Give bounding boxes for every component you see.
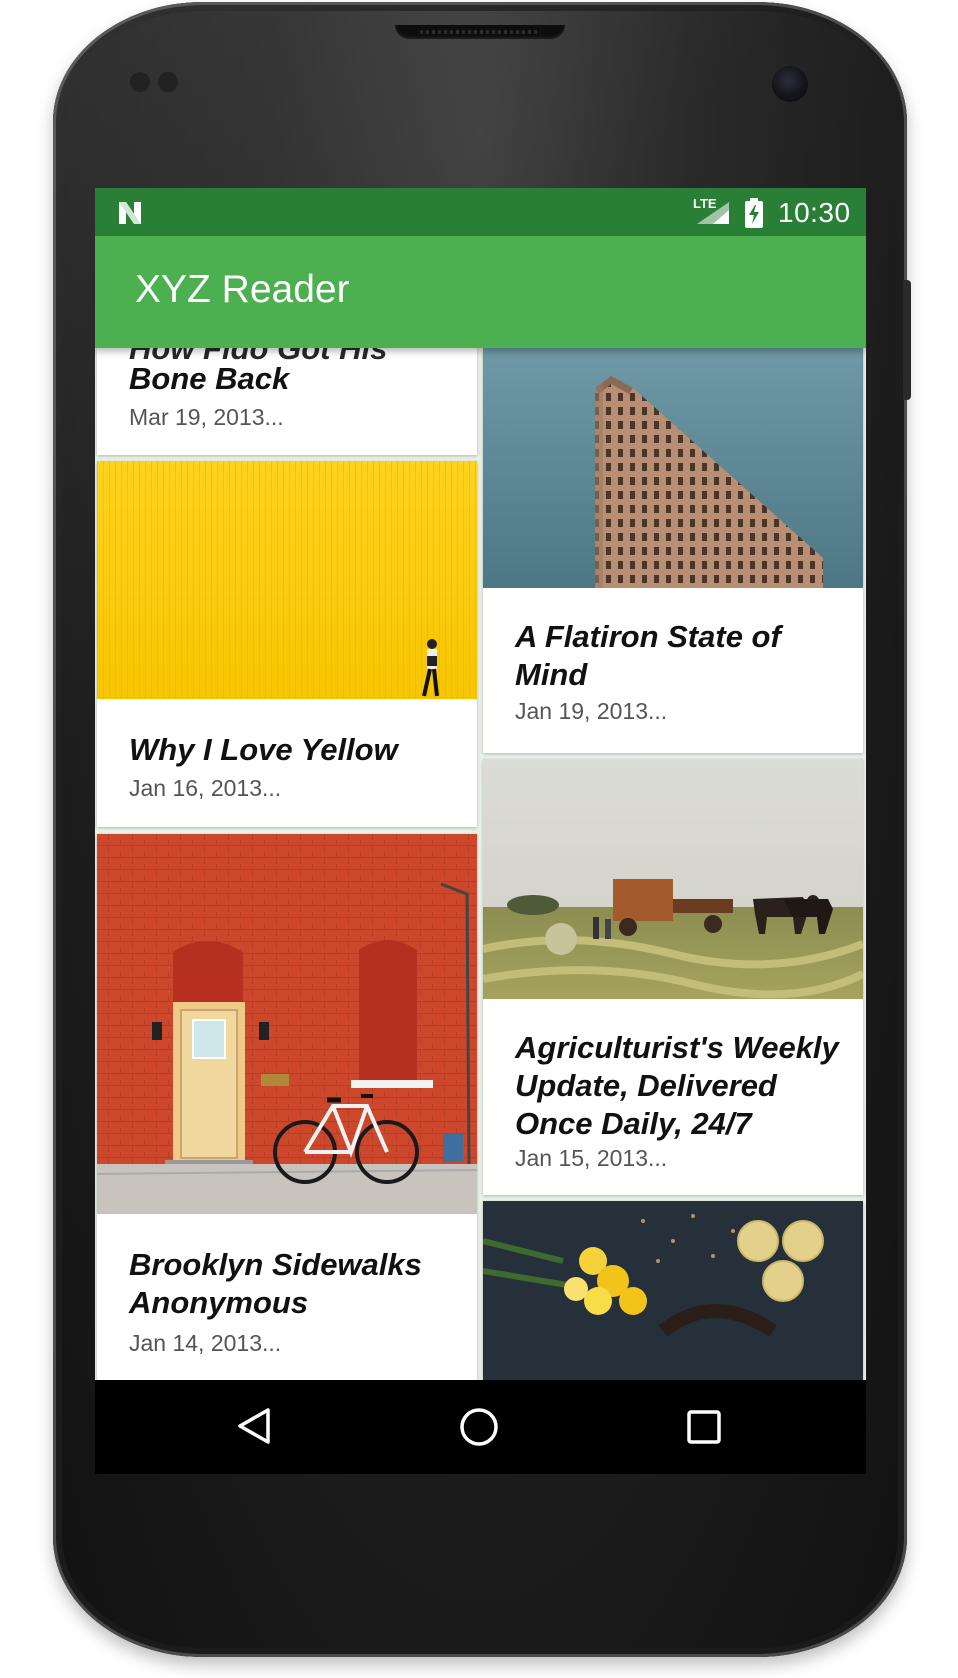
home-icon[interactable] <box>458 1406 500 1448</box>
app-title: XYZ Reader <box>135 268 350 311</box>
article-date: Jan 16, 2013... <box>129 775 282 801</box>
article-card[interactable]: Why I Love Yellow Jan 16, 2013... <box>97 461 477 827</box>
article-date: Jan 14, 2013... <box>129 1330 282 1356</box>
article-title: A Flatiron State of Mind <box>515 619 781 692</box>
article-thumbnail <box>483 348 863 588</box>
farm-field-image <box>483 759 863 999</box>
article-title: Why I Love Yellow <box>129 732 398 767</box>
proximity-sensor <box>130 72 150 92</box>
article-date: Jan 19, 2013... <box>515 698 668 724</box>
yellow-wall-image <box>97 461 477 699</box>
article-thumbnail <box>483 1201 863 1380</box>
red-brick-wall-image <box>97 834 477 1214</box>
recents-icon[interactable] <box>687 1410 721 1444</box>
article-card[interactable]: Agriculturist's Weekly Update, Delivered… <box>483 759 863 1195</box>
app-bar: XYZ Reader <box>95 236 866 348</box>
battery-charging-icon <box>745 198 763 228</box>
article-thumbnail <box>97 834 477 1214</box>
article-date: Jan 15, 2013... <box>515 1145 668 1171</box>
android-n-icon <box>119 202 141 224</box>
article-title: Bone Back <box>129 361 290 396</box>
navigation-bar <box>95 1380 866 1474</box>
screen: LTE 10:30 XYZ Reader How Fido Got His Bo… <box>95 188 866 1474</box>
flowers-lemons-image <box>483 1201 863 1380</box>
article-grid[interactable]: How Fido Got His Bone Back Mar 19, 2013.… <box>95 348 866 1380</box>
article-card[interactable]: Brooklyn Sidewalks Anonymous Jan 14, 201… <box>97 834 477 1380</box>
article-date: Mar 19, 2013... <box>129 404 284 430</box>
article-card[interactable]: A Flatiron State of Mind Jan 19, 2013... <box>483 348 863 753</box>
clock: 10:30 <box>778 197 851 228</box>
article-card[interactable]: How Fido Got His Bone Back Mar 19, 2013.… <box>97 348 477 455</box>
back-icon[interactable] <box>235 1406 275 1446</box>
speaker-grill <box>420 30 540 34</box>
article-card[interactable] <box>483 1201 863 1380</box>
network-type: LTE <box>693 196 717 211</box>
flatiron-building-image <box>483 348 863 588</box>
article-thumbnail <box>483 759 863 999</box>
power-button[interactable] <box>903 280 911 400</box>
article-thumbnail <box>97 461 477 699</box>
status-bar: LTE 10:30 <box>95 188 866 236</box>
front-camera <box>772 66 808 102</box>
article-title: Agriculturist's Weekly Update, Delivered… <box>515 1030 839 1141</box>
light-sensor <box>158 72 178 92</box>
article-title: Brooklyn Sidewalks Anonymous <box>129 1247 422 1320</box>
